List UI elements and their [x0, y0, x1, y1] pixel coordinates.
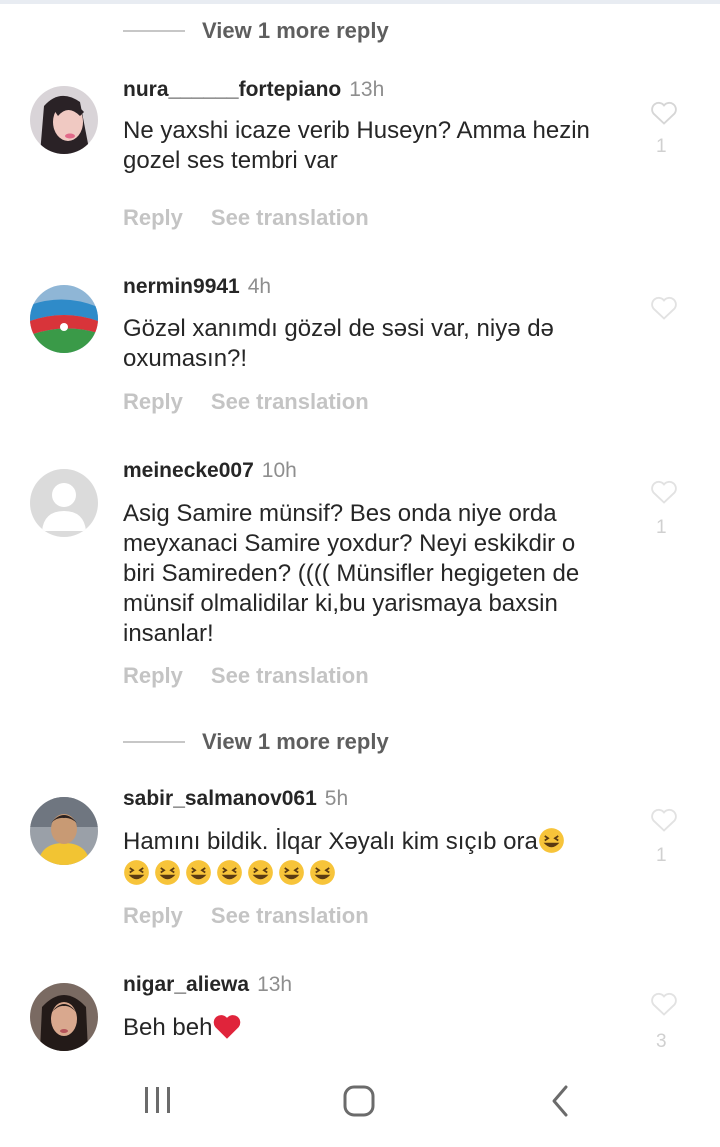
- timestamp: 10h: [261, 459, 297, 482]
- comment-line: gozel ses tembri var: [123, 147, 338, 174]
- comment-text: Asig Samire münsif? Bes onda niye orda m…: [123, 499, 623, 649]
- comment-header: nermin9941 4h: [123, 273, 271, 301]
- grinning-squinting-face-icon: [217, 860, 242, 885]
- timestamp: 5h: [324, 787, 349, 810]
- replies-line: [123, 30, 185, 32]
- heart-outline-icon[interactable]: [650, 100, 678, 126]
- comment-actions: Reply See translation: [123, 903, 369, 929]
- see-translation-button[interactable]: See translation: [211, 205, 369, 230]
- comment-line: Hamını bildik. İlqar Xəyalı kim sıçıb or…: [123, 827, 623, 857]
- grinning-squinting-face-icon: [538, 828, 564, 853]
- timestamp: 13h: [257, 973, 293, 996]
- avatar[interactable]: [30, 797, 98, 865]
- grinning-squinting-face-icon: [124, 860, 149, 885]
- view-more-replies-label[interactable]: View 1 more reply: [202, 729, 389, 755]
- avatar[interactable]: [30, 469, 98, 537]
- comment-line-text: Beh beh: [123, 1014, 213, 1041]
- username[interactable]: nura______fortepiano: [123, 78, 341, 101]
- comment-line: Ne yaxshi icaze verib Huseyn? Amma hezin: [123, 117, 590, 144]
- view-more-replies[interactable]: View 1 more reply: [123, 727, 389, 757]
- like-count: 1: [656, 845, 667, 866]
- timestamp: 4h: [247, 275, 272, 298]
- grinning-squinting-face-icon: [186, 860, 211, 885]
- username[interactable]: sabir_salmanov061: [123, 787, 317, 810]
- comment-line: münsif olmalidilar ki,bu yarismaya baxsi…: [123, 590, 558, 617]
- comment-line: oxumasın?!: [123, 345, 248, 372]
- comment-line: Gözəl xanımdı gözəl de səsi var, niyə də: [123, 315, 554, 342]
- comment-actions: Reply See translation: [123, 389, 369, 415]
- see-translation-button[interactable]: See translation: [211, 663, 369, 688]
- timestamp: 13h: [349, 78, 385, 101]
- comment-header: sabir_salmanov061 5h: [123, 785, 348, 813]
- red-heart-icon: [214, 1015, 241, 1039]
- avatar[interactable]: [30, 285, 98, 353]
- comment-text: Ne yaxshi icaze verib Huseyn? Amma hezin…: [123, 116, 623, 176]
- comment-text: Hamını bildik. İlqar Xəyalı kim sıçıb or…: [123, 827, 623, 889]
- like-count: 1: [656, 136, 667, 157]
- username[interactable]: meinecke007: [123, 459, 254, 482]
- grinning-squinting-face-icon: [248, 860, 273, 885]
- comment-header: meinecke007 10h: [123, 457, 297, 485]
- emoji-row: [123, 859, 623, 889]
- comment-actions: Reply See translation: [123, 205, 369, 231]
- comment-text: Beh beh: [123, 1013, 623, 1043]
- heart-outline-icon[interactable]: [650, 807, 678, 833]
- see-translation-button[interactable]: See translation: [211, 903, 369, 928]
- view-more-replies-label[interactable]: View 1 more reply: [202, 18, 389, 44]
- comment-line: biri Samireden? (((( Münsifler hegigeten…: [123, 560, 580, 587]
- comment-line: meyxanaci Samire yoxdur? Neyi eskikdir o: [123, 530, 576, 557]
- recent-apps-icon[interactable]: [143, 1084, 173, 1116]
- replies-line: [123, 741, 185, 743]
- heart-outline-icon[interactable]: [650, 991, 678, 1017]
- comment-line-text: Hamını bildik. İlqar Xəyalı kim sıçıb or…: [123, 828, 538, 855]
- view-more-replies-top[interactable]: View 1 more reply: [123, 16, 389, 46]
- reply-button[interactable]: Reply: [123, 205, 183, 230]
- comment-line: insanlar!: [123, 620, 214, 647]
- grinning-squinting-face-icon: [310, 860, 335, 885]
- heart-outline-icon[interactable]: [650, 295, 678, 321]
- comment-text: Gözəl xanımdı gözəl de səsi var, niyə də…: [123, 314, 623, 374]
- reply-button[interactable]: Reply: [123, 389, 183, 414]
- top-divider: [0, 0, 720, 4]
- grinning-squinting-face-icon: [155, 860, 180, 885]
- comment-header: nura______fortepiano 13h: [123, 76, 384, 104]
- like-count: 3: [656, 1031, 667, 1052]
- home-icon[interactable]: [342, 1084, 376, 1118]
- back-icon[interactable]: [548, 1084, 572, 1118]
- avatar[interactable]: [30, 86, 98, 154]
- reply-button[interactable]: Reply: [123, 903, 183, 928]
- system-navigation-bar: [0, 1060, 720, 1147]
- reply-button[interactable]: Reply: [123, 663, 183, 688]
- avatar[interactable]: [30, 983, 98, 1051]
- comment-actions: Reply See translation: [123, 663, 369, 689]
- grinning-squinting-face-icon: [279, 860, 304, 885]
- see-translation-button[interactable]: See translation: [211, 389, 369, 414]
- comment-header: nigar_aliewa 13h: [123, 971, 292, 999]
- username[interactable]: nigar_aliewa: [123, 973, 249, 996]
- username[interactable]: nermin9941: [123, 275, 240, 298]
- comment-line: Asig Samire münsif? Bes onda niye orda: [123, 500, 557, 527]
- like-count: 1: [656, 517, 667, 538]
- heart-outline-icon[interactable]: [650, 479, 678, 505]
